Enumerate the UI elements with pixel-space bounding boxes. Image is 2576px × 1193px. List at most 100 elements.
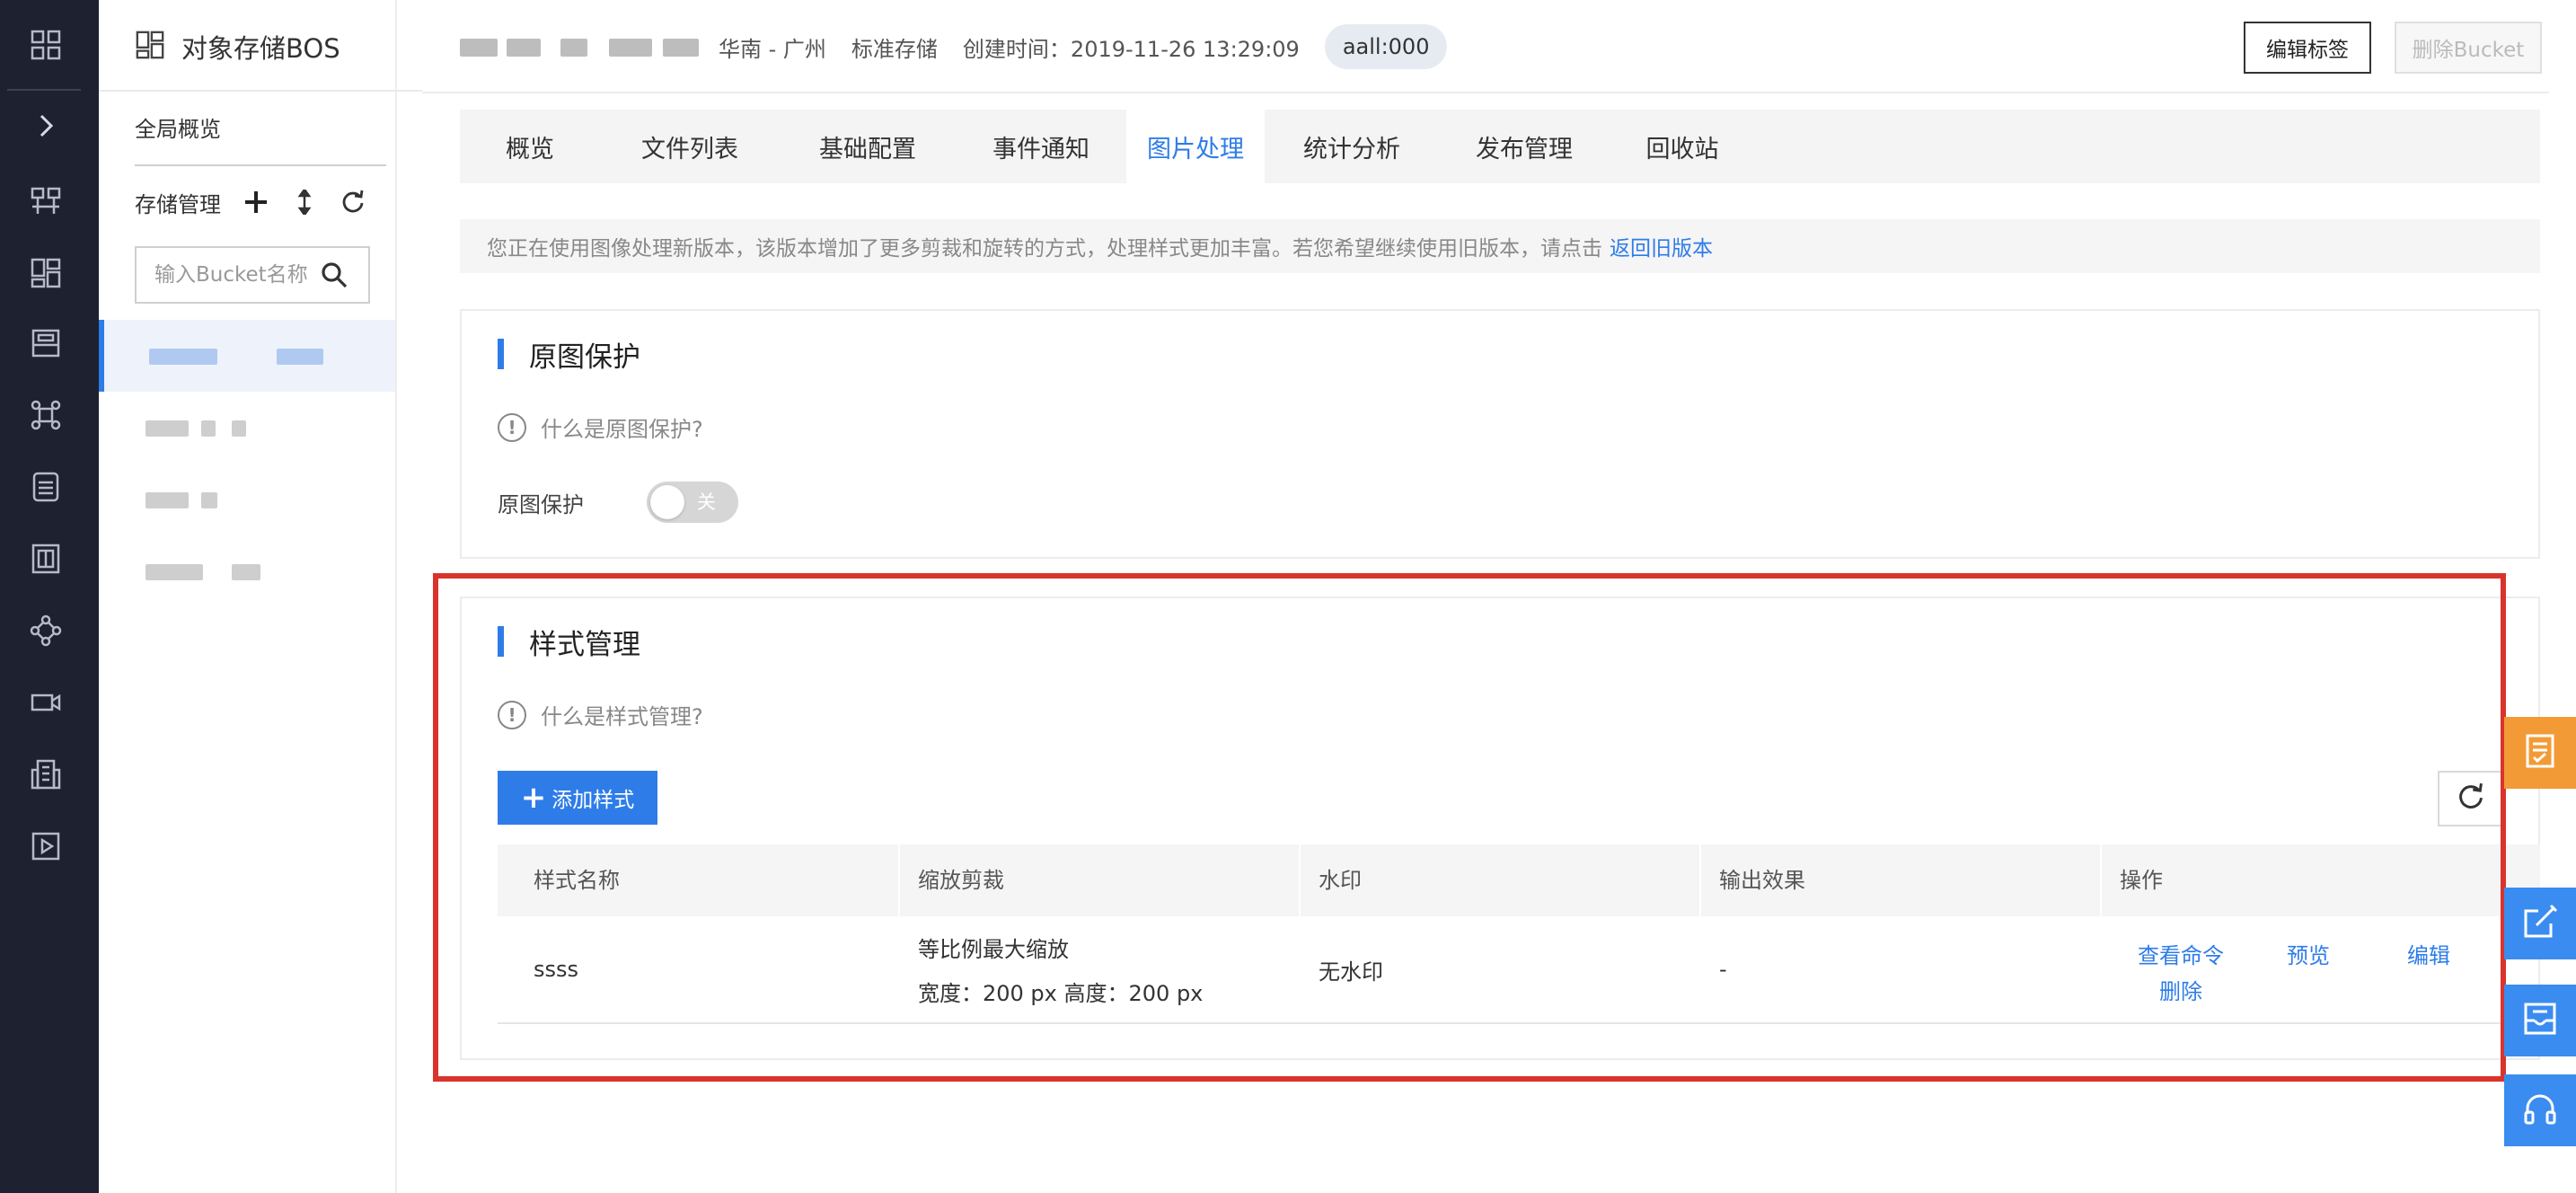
style-management-panel: 样式管理 ! 什么是样式管理? + 添加样式 样式名称 缩放剪裁 水印 输出效果…	[460, 596, 2540, 1060]
dashboard-icon[interactable]	[30, 257, 62, 289]
style-help-link[interactable]: ! 什么是样式管理?	[498, 699, 703, 730]
bucket-info: 华南 - 广州 标准存储 创建时间：2019-11-26 13:29:09 aa…	[460, 24, 1448, 69]
toggle-state-text: 关	[697, 491, 716, 513]
style-name-cell: ssss	[534, 957, 579, 982]
output-cell: -	[1719, 957, 1727, 982]
overview-underline	[135, 164, 386, 166]
delete-link[interactable]: 删除	[2159, 974, 2202, 1005]
add-bucket-icon[interactable]	[241, 187, 271, 217]
support-button[interactable]	[2504, 1074, 2576, 1146]
chevron-right-icon[interactable]	[30, 110, 62, 142]
delete-bucket-button: 删除Bucket	[2395, 22, 2542, 74]
database-icon[interactable]	[30, 471, 62, 503]
sidebar-border	[395, 0, 397, 1193]
global-nav-rail	[0, 0, 99, 1193]
storage-management-label: 存储管理	[135, 191, 221, 217]
service-sidebar: 对象存储BOS 全局概览 存储管理	[99, 0, 422, 1193]
bucket-tag-badge: aall:000	[1324, 24, 1448, 69]
protection-label: 原图保护	[498, 492, 584, 517]
edit-link[interactable]: 编辑	[2407, 938, 2450, 969]
service-logo-icon	[135, 30, 165, 64]
headset-icon	[2520, 1089, 2560, 1132]
table-header: 样式名称 缩放剪裁 水印 输出效果 操作	[498, 844, 2540, 916]
feedback-edit-button[interactable]	[2504, 888, 2576, 959]
add-style-button[interactable]: + 添加样式	[498, 771, 657, 825]
app-root: 对象存储BOS 全局概览 存储管理 输入Bucket名称 华南 - 广州 标准存…	[0, 0, 2576, 1193]
actions-cell: 查看命令 预览 编辑 删除	[2100, 916, 2540, 1024]
checklist-icon	[2520, 731, 2560, 774]
exclamation-circle-icon: !	[498, 700, 526, 729]
rail-divider	[7, 89, 81, 91]
service-title: 对象存储BOS	[135, 27, 340, 66]
storage-icon[interactable]	[30, 327, 62, 359]
tab-image-processing[interactable]: 图片处理	[1126, 110, 1265, 183]
protection-help-text: 什么是原图保护?	[541, 417, 703, 442]
preview-link[interactable]: 预览	[2287, 938, 2330, 969]
style-section-title: 样式管理	[498, 623, 640, 661]
bucket-header: 华南 - 广州 标准存储 创建时间：2019-11-26 13:29:09 aa…	[422, 0, 2549, 92]
sidebar-item-overview[interactable]: 全局概览	[135, 111, 221, 143]
link-icon[interactable]	[30, 399, 62, 431]
edit-tag-button[interactable]: 编辑标签	[2244, 22, 2371, 74]
version-notice: 您正在使用图像处理新版本，该版本增加了更多剪裁和旋转的方式，处理样式更加丰富。若…	[460, 219, 2540, 273]
plus-icon: +	[520, 780, 547, 816]
header-divider	[422, 92, 2549, 93]
bucket-list-item[interactable]	[99, 535, 395, 607]
table-row: ssss 等比例最大缩放 宽度：200 px 高度：200 px 无水印 - 查…	[498, 916, 2540, 1024]
title-accent-bar	[498, 626, 504, 657]
column-header-output: 输出效果	[1699, 844, 2100, 916]
building-icon[interactable]	[30, 543, 62, 575]
bucket-storage-class: 标准存储	[851, 36, 938, 62]
tab-recycle-bin[interactable]: 回收站	[1610, 110, 1755, 183]
bucket-tabs: 概览 文件列表 基础配置 事件通知 图片处理 统计分析 发布管理 回收站	[460, 110, 2540, 183]
protection-toggle[interactable]: 关	[647, 482, 738, 523]
tab-basic-config[interactable]: 基础配置	[780, 110, 956, 183]
exclamation-circle-icon: !	[498, 412, 526, 442]
tab-file-list[interactable]: 文件列表	[600, 110, 780, 183]
watermark-cell: 无水印	[1319, 959, 1383, 985]
sidebar-divider	[99, 90, 422, 92]
scale-crop-cell: 等比例最大缩放 宽度：200 px 高度：200 px	[898, 916, 1299, 1022]
inbox-icon	[2520, 999, 2560, 1042]
bucket-search-input[interactable]	[137, 249, 316, 301]
refresh-styles-button[interactable]	[2438, 771, 2504, 826]
bucket-list-item[interactable]	[99, 464, 395, 535]
bucket-search-box	[135, 246, 370, 304]
bucket-region: 华南 - 广州	[719, 36, 826, 62]
protection-section-title: 原图保护	[498, 336, 640, 374]
edit-icon	[2520, 902, 2560, 945]
bucket-created-time: 创建时间：2019-11-26 13:29:09	[962, 36, 1300, 62]
bucket-list-item[interactable]	[99, 392, 395, 464]
notice-text: 您正在使用图像处理新版本，该版本增加了更多剪裁和旋转的方式，处理样式更加丰富。若…	[487, 237, 1602, 261]
play-icon[interactable]	[30, 830, 62, 862]
tab-overview[interactable]: 概览	[460, 110, 600, 183]
add-style-label: 添加样式	[551, 789, 635, 812]
grid-icon[interactable]	[30, 29, 62, 61]
protection-help-link[interactable]: ! 什么是原图保护?	[498, 411, 703, 443]
office-icon[interactable]	[30, 758, 62, 791]
inbox-button[interactable]	[2504, 985, 2576, 1056]
protection-title-text: 原图保护	[529, 340, 640, 374]
camera-icon[interactable]	[30, 686, 62, 719]
tab-statistics[interactable]: 统计分析	[1265, 110, 1439, 183]
sort-icon[interactable]	[289, 187, 320, 217]
bucket-list-item[interactable]	[99, 320, 395, 392]
view-command-link[interactable]: 查看命令	[2138, 938, 2224, 969]
tab-publish[interactable]: 发布管理	[1439, 110, 1610, 183]
service-title-text: 对象存储BOS	[181, 33, 340, 64]
cluster-icon[interactable]	[30, 614, 62, 647]
column-header-name: 样式名称	[534, 868, 620, 893]
title-accent-bar	[498, 339, 504, 369]
back-to-old-version-link[interactable]: 返回旧版本	[1610, 231, 1713, 261]
refresh-icon	[2457, 782, 2485, 815]
refresh-icon[interactable]	[338, 187, 368, 217]
checklist-button[interactable]	[2504, 717, 2576, 789]
network-icon[interactable]	[30, 185, 62, 217]
scale-mode: 等比例最大缩放	[918, 937, 1069, 962]
bucket-name-redacted	[460, 33, 701, 60]
search-icon[interactable]	[316, 257, 352, 293]
storage-management-row: 存储管理	[135, 184, 386, 220]
column-header-watermark: 水印	[1299, 844, 1699, 916]
style-table: 样式名称 缩放剪裁 水印 输出效果 操作 ssss 等比例最大缩放 宽度：200…	[498, 844, 2540, 1024]
tab-event-notify[interactable]: 事件通知	[956, 110, 1126, 183]
